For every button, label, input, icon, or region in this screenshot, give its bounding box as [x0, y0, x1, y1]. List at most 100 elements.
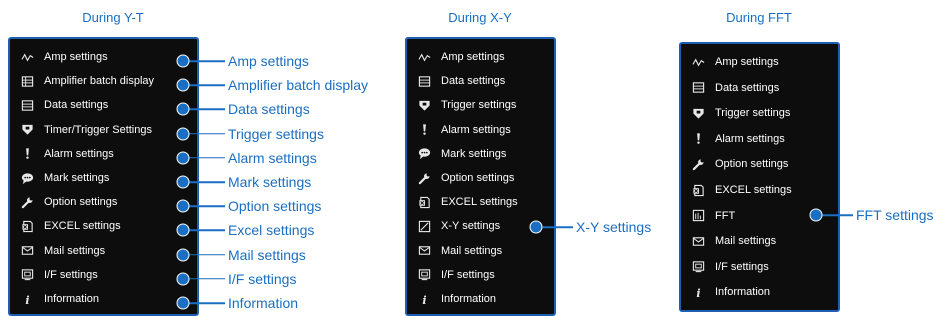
menu-item-label: I/F settings	[715, 260, 769, 273]
menu-item-option-settings[interactable]: Option settings	[691, 153, 788, 175]
menu-item-label: Option settings	[44, 196, 118, 209]
menu-item-amp-settings[interactable]: Amp settings	[691, 51, 779, 73]
interface-icon	[20, 268, 34, 282]
callout-dot	[176, 296, 190, 310]
list-icon	[417, 74, 431, 88]
callout-label: I/F settings	[228, 270, 297, 287]
menu-item-trigger-settings[interactable]: Trigger settings	[417, 94, 516, 116]
callout-line	[189, 108, 225, 111]
callout-dot	[176, 54, 190, 68]
callout-label: Alarm settings	[228, 149, 317, 166]
callout-line	[189, 157, 225, 159]
menu-item-i-f-settings[interactable]: I/F settings	[417, 264, 495, 286]
menu-item-mail-settings[interactable]: Mail settings	[417, 240, 502, 262]
menu-item-timer-trigger-settings[interactable]: Timer/Trigger Settings	[20, 119, 152, 141]
callout-dot	[176, 272, 190, 286]
wave-icon	[417, 50, 431, 64]
menu-item-i-f-settings[interactable]: I/F settings	[691, 256, 769, 278]
menu-item-label: EXCEL settings	[441, 196, 518, 209]
info-icon: i	[417, 292, 431, 306]
menu-item-excel-settings[interactable]: EXCEL settings	[417, 191, 518, 213]
comment-icon	[20, 171, 34, 185]
menu-item-data-settings[interactable]: Data settings	[20, 94, 108, 116]
menu-item-information[interactable]: i Information	[20, 288, 99, 310]
menu-item-alarm-settings[interactable]: Alarm settings	[691, 128, 785, 150]
info-icon: i	[691, 285, 705, 299]
excel-icon	[691, 183, 705, 197]
menu-item-amp-settings[interactable]: Amp settings	[20, 46, 108, 68]
menu-item-label: Mark settings	[44, 172, 110, 184]
menu-item-x-y-settings[interactable]: X-Y settings	[417, 215, 500, 237]
menu-item-i-f-settings[interactable]: I/F settings	[20, 264, 98, 286]
callout-label: Excel settings	[228, 222, 315, 239]
menu-item-data-settings[interactable]: Data settings	[691, 77, 779, 99]
menu-item-fft[interactable]: FFT	[691, 205, 735, 227]
menu-item-label: Alarm settings	[441, 123, 511, 136]
alarm-icon	[691, 132, 705, 146]
menu-item-amplifier-batch-display[interactable]: Amplifier batch display	[20, 70, 154, 92]
callout-label: Mail settings	[228, 246, 306, 263]
menu-item-option-settings[interactable]: Option settings	[20, 191, 117, 213]
alarm-icon	[417, 123, 431, 137]
menu-item-mail-settings[interactable]: Mail settings	[20, 240, 105, 262]
menu-item-option-settings[interactable]: Option settings	[417, 167, 514, 189]
menu-item-amp-settings[interactable]: Amp settings	[417, 46, 505, 68]
menu-item-label: Trigger settings	[715, 107, 791, 120]
callout-line	[189, 181, 225, 183]
menu-item-alarm-settings[interactable]: Alarm settings	[417, 119, 511, 141]
menu-item-label: I/F settings	[441, 268, 495, 281]
menu-item-trigger-settings[interactable]: Trigger settings	[691, 102, 790, 124]
svg-text:i: i	[422, 294, 426, 306]
callout-line	[189, 302, 225, 304]
fft-settings-menu: Amp settings Data settings Trigger setting…	[679, 42, 840, 312]
menu-item-excel-settings[interactable]: EXCEL settings	[691, 179, 792, 201]
menu-item-mark-settings[interactable]: Mark settings	[417, 143, 506, 165]
menu-item-mark-settings[interactable]: Mark settings	[20, 167, 109, 189]
callout-line	[189, 84, 225, 86]
callout-dot	[176, 78, 190, 92]
callout-label: Option settings	[228, 198, 322, 215]
table-icon	[20, 74, 34, 88]
menu-item-label: FFT	[715, 209, 736, 222]
callout-xy-settings: X-Y settings	[576, 219, 652, 235]
svg-text:i: i	[696, 287, 700, 299]
interface-icon	[691, 260, 705, 274]
yt-settings-menu: Amp settings Amplifier batch display Data …	[8, 37, 199, 316]
menu-item-alarm-settings[interactable]: Alarm settings	[20, 143, 114, 165]
callout-line	[822, 214, 853, 216]
mail-icon	[417, 244, 431, 258]
callout-dot	[176, 151, 190, 165]
wrench-icon	[20, 195, 34, 209]
callout-line	[189, 278, 225, 280]
callout-fft-settings: FFT settings	[856, 207, 934, 223]
menu-item-label: Option settings	[441, 172, 515, 184]
menu-item-excel-settings[interactable]: EXCEL settings	[20, 215, 121, 237]
menu-item-mail-settings[interactable]: Mail settings	[691, 230, 776, 252]
menu-item-information[interactable]: i Information	[417, 288, 496, 310]
callout-dot	[176, 127, 190, 141]
menu-item-label: Data settings	[44, 99, 109, 112]
list-icon	[20, 98, 34, 112]
list-icon	[691, 81, 705, 95]
caption-xy: During X-Y	[448, 10, 512, 25]
trigger-icon	[691, 106, 705, 120]
menu-item-information[interactable]: i Information	[691, 281, 770, 303]
menu-item-data-settings[interactable]: Data settings	[417, 70, 505, 92]
menu-item-label: Data settings	[441, 75, 506, 88]
fft-icon	[691, 209, 705, 223]
menu-item-label: Mail settings	[44, 244, 106, 257]
callout-dot	[176, 175, 190, 189]
menu-item-label: Timer/Trigger Settings	[44, 123, 152, 136]
wave-icon	[20, 50, 34, 64]
callout-line	[189, 229, 225, 232]
menu-item-label: Data settings	[715, 81, 780, 94]
menu-item-label: X-Y settings	[441, 220, 501, 233]
excel-icon	[20, 219, 34, 233]
callout-line	[189, 60, 225, 62]
callout-line	[542, 226, 573, 228]
callout-label: Data settings	[228, 101, 310, 118]
menu-item-label: Amplifier batch display	[44, 75, 155, 88]
wave-icon	[691, 55, 705, 69]
menu-item-label: Amp settings	[441, 51, 505, 63]
menu-item-label: Mail settings	[715, 235, 777, 248]
